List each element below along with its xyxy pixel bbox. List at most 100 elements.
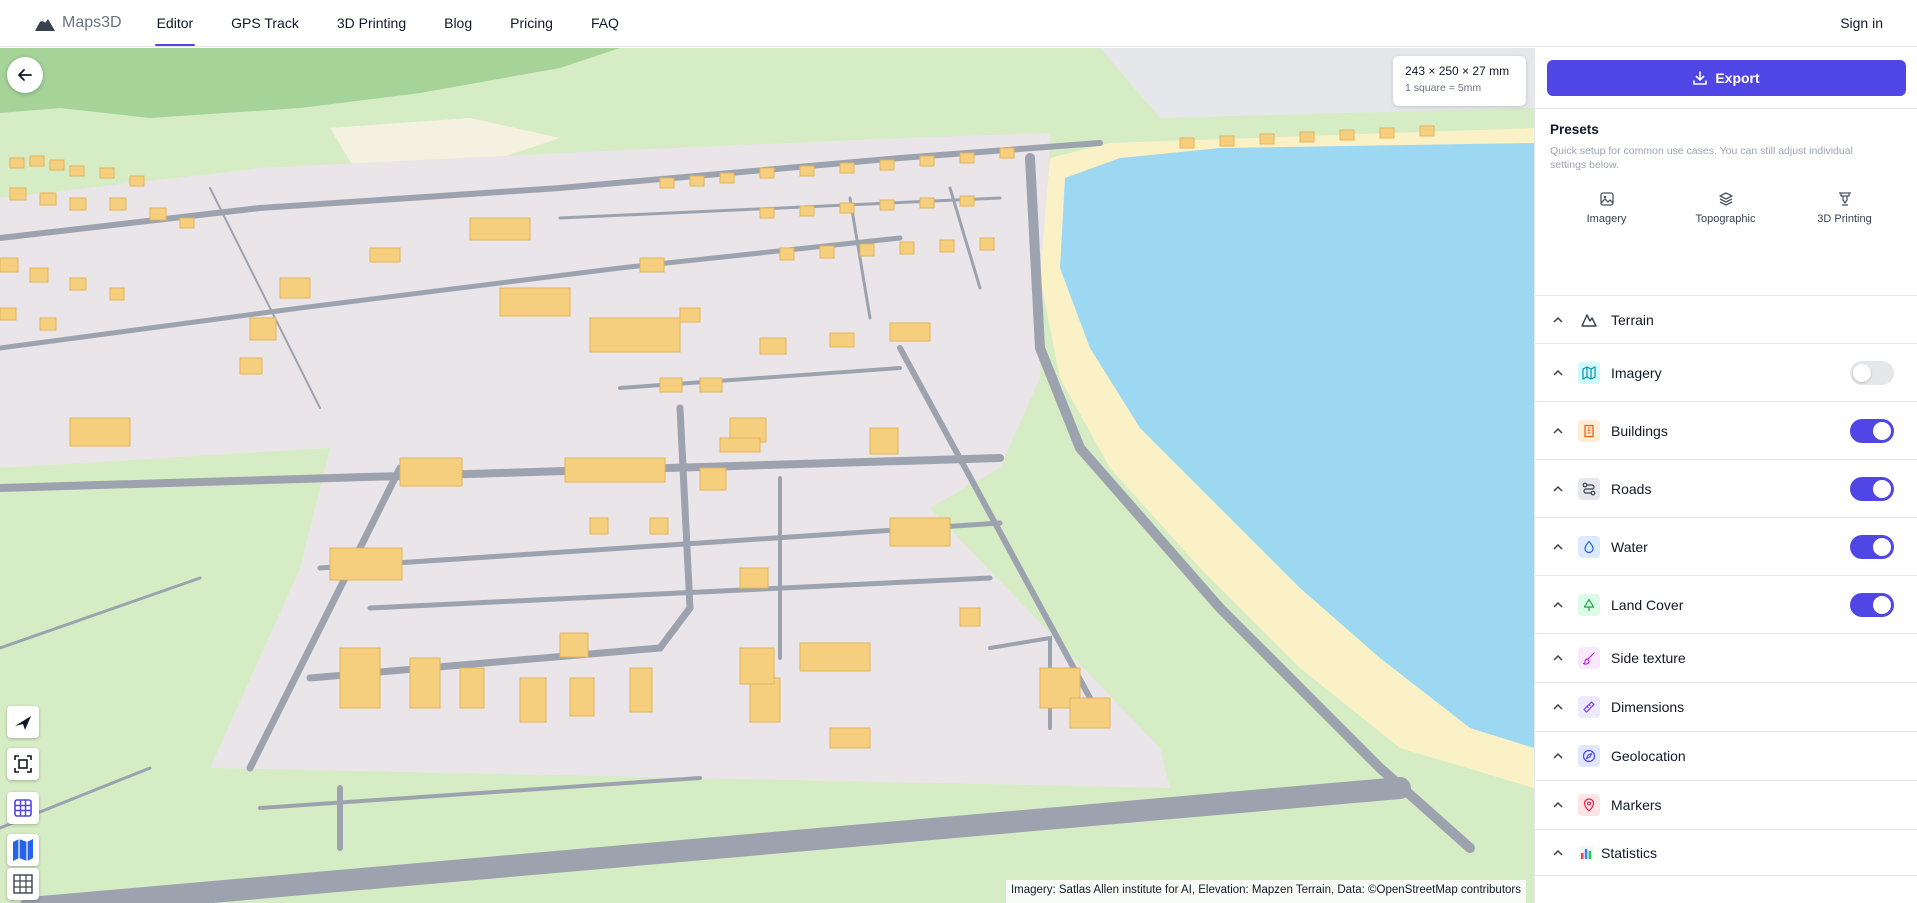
presets-title: Presets <box>1550 122 1599 137</box>
layer-markers-label: Markers <box>1611 797 1662 813</box>
map-icon <box>1578 361 1600 384</box>
building-icon <box>1578 419 1600 442</box>
layer-imagery-label: Imagery <box>1611 364 1662 381</box>
grid-scale: 1 square = 5mm <box>1405 82 1482 94</box>
toggle-knob <box>1873 595 1891 614</box>
chevron-up-icon <box>1553 601 1563 608</box>
layer-land-cover-label: Land Cover <box>1611 596 1684 613</box>
layer-roads-label: Roads <box>1611 480 1652 497</box>
layer-buildings[interactable]: Buildings <box>1535 402 1917 460</box>
navigate-icon <box>15 716 31 730</box>
layer-markers[interactable]: Markers <box>1535 781 1917 830</box>
layer-dimensions[interactable]: Dimensions <box>1535 683 1917 732</box>
nav-link-pricing[interactable]: Pricing <box>491 0 572 47</box>
chart-icon <box>1577 842 1595 864</box>
chevron-up-icon <box>1553 485 1563 492</box>
nav-links: Editor GPS Track 3D Printing Blog Pricin… <box>138 0 638 47</box>
layer-land-cover[interactable]: Land Cover <box>1535 576 1917 634</box>
map-style-button[interactable] <box>7 834 39 866</box>
model-dimensions: 243 × 250 × 27 mm <box>1405 64 1510 78</box>
buildings-toggle[interactable] <box>1850 418 1894 443</box>
grid-toggle-button[interactable] <box>7 792 39 824</box>
layer-buildings-label: Buildings <box>1611 422 1668 439</box>
nav-link-blog[interactable]: Blog <box>425 0 491 47</box>
chevron-up-icon <box>1553 752 1563 759</box>
settings-sidebar: Export Presets Quick setup for common us… <box>1534 48 1917 903</box>
chevron-up-icon <box>1553 543 1563 550</box>
base-grid-button[interactable] <box>7 868 39 900</box>
preset-3d-printing-label: 3D Printing <box>1817 213 1872 225</box>
arrow-left-icon <box>18 69 32 81</box>
toggle-knob <box>1873 537 1891 556</box>
map-3d-scene[interactable] <box>0 48 1534 903</box>
layer-imagery[interactable]: Imagery <box>1535 344 1917 402</box>
terrain-icon <box>1578 309 1600 331</box>
nav-link-editor[interactable]: Editor <box>138 0 213 47</box>
chevron-up-icon <box>1553 369 1563 376</box>
droplet-icon <box>1578 535 1600 558</box>
download-icon <box>1693 71 1708 85</box>
presets-description: Quick setup for common use cases. You ca… <box>1550 145 1853 171</box>
presets-section: Presets Quick setup for common use cases… <box>1535 108 1917 296</box>
export-button[interactable]: Export <box>1547 60 1906 96</box>
preset-3d-printing[interactable]: 3D Printing <box>1785 191 1904 225</box>
land-cover-toggle[interactable] <box>1850 592 1894 617</box>
chevron-up-icon <box>1553 316 1563 323</box>
layer-statistics-label: Statistics <box>1601 844 1658 861</box>
layer-geolocation-label: Geolocation <box>1611 748 1686 764</box>
preset-imagery[interactable]: Imagery <box>1547 191 1666 225</box>
top-navigation: Maps3D Editor GPS Track 3D Printing Blog… <box>0 0 1917 47</box>
layer-water-label: Water <box>1611 538 1648 555</box>
dimensions-readout: 243 × 250 × 27 mm 1 square = 5mm <box>1393 56 1526 106</box>
layer-roads[interactable]: Roads <box>1535 460 1917 518</box>
route-icon <box>1578 477 1600 500</box>
chevron-up-icon <box>1553 849 1563 856</box>
layer-side-texture[interactable]: Side texture <box>1535 634 1917 683</box>
navigate-tool-button[interactable] <box>7 706 39 738</box>
layer-geolocation[interactable]: Geolocation <box>1535 732 1917 781</box>
sign-in-link[interactable]: Sign in <box>1840 15 1883 31</box>
nav-link-3d-printing[interactable]: 3D Printing <box>318 0 425 47</box>
compass-icon <box>1578 745 1600 767</box>
layer-terrain[interactable]: Terrain <box>1535 296 1917 344</box>
ruler-icon <box>1578 696 1600 718</box>
mountain-logo-icon <box>35 18 55 31</box>
layer-terrain-label: Terrain <box>1611 311 1654 328</box>
pin-icon <box>1578 794 1600 816</box>
roads-toggle[interactable] <box>1850 476 1894 501</box>
map-viewport[interactable]: 243 × 250 × 27 mm 1 square = 5mm Imagery… <box>0 48 1534 903</box>
preset-topographic[interactable]: Topographic <box>1666 191 1785 225</box>
preset-topographic-label: Topographic <box>1695 213 1756 225</box>
fit-view-icon <box>14 755 32 773</box>
toggle-knob <box>1873 479 1891 498</box>
toggle-knob <box>1853 363 1871 382</box>
layer-dimensions-label: Dimensions <box>1611 699 1685 715</box>
brush-icon <box>1578 647 1600 669</box>
base-grid-icon <box>13 874 33 894</box>
chevron-up-icon <box>1553 654 1563 661</box>
printer-nozzle-icon <box>1838 192 1851 206</box>
preset-options: Imagery Topographic 3D Printing <box>1535 191 1917 225</box>
back-button[interactable] <box>7 57 43 93</box>
chevron-up-icon <box>1553 427 1563 434</box>
toggle-knob <box>1873 421 1891 440</box>
imagery-toggle[interactable] <box>1850 360 1894 385</box>
layer-water[interactable]: Water <box>1535 518 1917 576</box>
tree-icon <box>1578 593 1600 616</box>
grid-icon <box>14 799 32 817</box>
brand-logo[interactable]: Maps3D <box>34 14 122 32</box>
map-style-icon <box>13 839 33 861</box>
fit-view-button[interactable] <box>7 748 39 780</box>
nav-link-faq[interactable]: FAQ <box>572 0 638 47</box>
chevron-up-icon <box>1553 801 1563 808</box>
nav-link-gps-track[interactable]: GPS Track <box>212 0 318 47</box>
brand-name: Maps3D <box>62 14 122 31</box>
image-icon <box>1599 192 1614 206</box>
export-label: Export <box>1715 70 1760 86</box>
water-toggle[interactable] <box>1850 534 1894 559</box>
map-attribution[interactable]: Imagery: Satlas Allen institute for AI, … <box>1005 880 1526 903</box>
layers-icon <box>1718 192 1733 206</box>
layer-side-texture-label: Side texture <box>1611 650 1686 666</box>
layer-statistics[interactable]: Statistics <box>1535 830 1917 876</box>
chevron-up-icon <box>1553 703 1563 710</box>
